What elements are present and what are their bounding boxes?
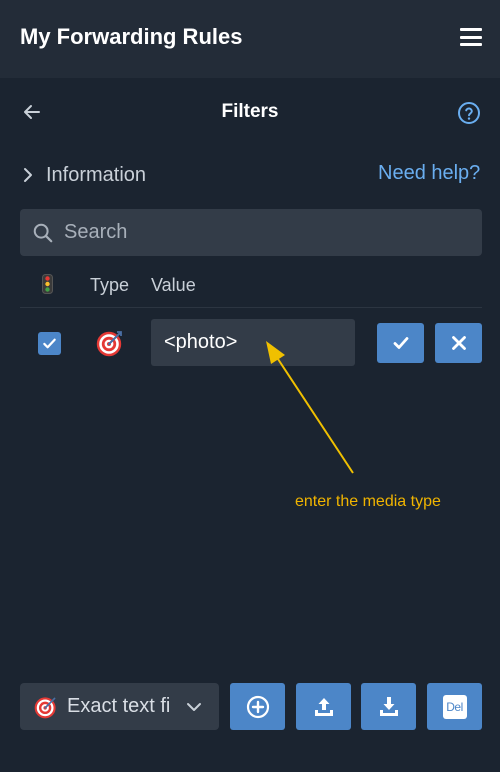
page-title: Filters [221, 101, 279, 122]
upload-icon [314, 697, 333, 716]
information-label: Information [46, 163, 147, 186]
close-icon [451, 336, 466, 350]
app-title: My Forwarding Rules [20, 24, 243, 49]
chevron-right-icon [24, 168, 32, 182]
row-enabled-checkbox[interactable] [38, 332, 61, 355]
download-button[interactable] [361, 683, 416, 730]
download-icon [379, 696, 398, 716]
delete-label: Del [442, 694, 467, 719]
hamburger-menu-icon[interactable] [460, 28, 482, 46]
target-icon [96, 331, 122, 357]
delete-button[interactable]: Del [427, 683, 482, 730]
checkmark-icon [43, 338, 56, 349]
filter-type-label: Exact text fi [67, 695, 171, 717]
checkmark-icon [393, 337, 408, 349]
help-circle-icon[interactable] [457, 101, 481, 125]
search-box [20, 209, 482, 256]
traffic-light-icon [42, 274, 53, 294]
cancel-button[interactable] [435, 323, 482, 363]
plus-circle-icon [246, 695, 269, 718]
chevron-down-icon [187, 702, 201, 711]
filter-value-input[interactable] [151, 319, 355, 366]
column-header-value: Value [151, 275, 196, 295]
upload-button[interactable] [296, 683, 351, 730]
add-button[interactable] [230, 683, 285, 730]
information-toggle[interactable]: Information [20, 162, 146, 188]
search-icon [33, 223, 53, 242]
table-divider [20, 307, 482, 308]
annotation-text: enter the media type [295, 493, 441, 510]
search-input[interactable] [64, 221, 482, 244]
app-header: My Forwarding Rules [0, 0, 500, 78]
need-help-link[interactable]: Need help? [378, 162, 480, 185]
confirm-button[interactable] [377, 323, 424, 363]
column-header-type: Type [90, 275, 130, 295]
target-icon [34, 696, 56, 718]
filter-type-select[interactable]: Exact text fi [20, 683, 219, 730]
